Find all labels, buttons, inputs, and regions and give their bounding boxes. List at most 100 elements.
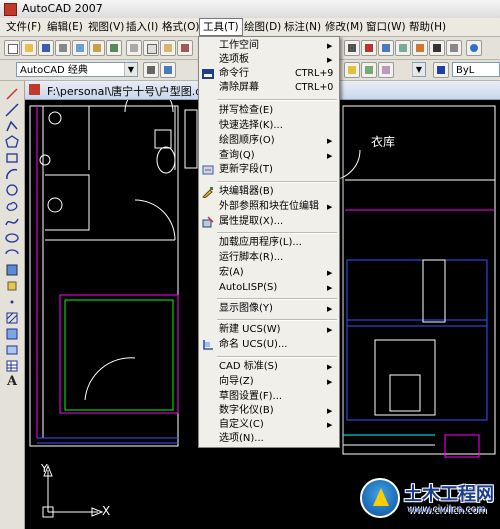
match-properties-icon[interactable] — [177, 40, 193, 56]
ellipse-arc-icon[interactable] — [5, 247, 19, 261]
menu-tools[interactable]: 工具(T) — [199, 18, 243, 36]
workspace-save-icon[interactable] — [160, 62, 176, 78]
submenu-arrow-icon: ▶ — [327, 284, 333, 292]
ellipse-icon[interactable] — [5, 231, 19, 245]
copy-icon[interactable] — [143, 40, 159, 56]
command-line-icon — [202, 69, 214, 79]
polygon-icon[interactable] — [5, 135, 19, 149]
menu-item-label: 快速选择(K)... — [219, 120, 283, 131]
region-icon[interactable] — [5, 343, 19, 357]
menu-insert[interactable]: 插入(I) — [123, 20, 161, 34]
workspace-settings-icon[interactable] — [143, 62, 159, 78]
menu-item-cad-standards[interactable]: CAD 标准(S) ▶ — [199, 360, 339, 374]
cut-icon[interactable] — [126, 40, 142, 56]
menu-item-tablet[interactable]: 数字化仪(B) ▶ — [199, 404, 339, 418]
menu-item-label: 更新字段(T) — [219, 164, 273, 175]
autocad-logo-icon — [4, 3, 17, 16]
menu-item-label: 向导(Z) — [219, 376, 254, 387]
menu-dimension[interactable]: 标注(N) — [281, 20, 324, 34]
workspace-combo-value: AutoCAD 经典 — [20, 65, 88, 76]
gradient-icon[interactable] — [5, 327, 19, 341]
design-center-icon[interactable] — [361, 40, 377, 56]
color-swatch[interactable]: ▼ — [412, 62, 426, 77]
menu-edit[interactable]: 编辑(E) — [44, 20, 86, 34]
menu-item-run-script[interactable]: 运行脚本(R)... — [199, 251, 339, 265]
workspace-combo[interactable]: AutoCAD 经典 ▼ — [16, 62, 138, 77]
spline-icon[interactable] — [5, 215, 19, 229]
layer-previous-icon[interactable] — [361, 62, 377, 78]
open-file-icon[interactable] — [21, 40, 37, 56]
ucs-x-label: X — [102, 504, 111, 518]
menu-item-options[interactable]: 选项(N)... — [199, 432, 339, 446]
menu-item-block-editor[interactable]: 块编辑器(B) — [199, 185, 339, 199]
make-block-icon[interactable] — [5, 279, 19, 293]
layer-state-icon[interactable] — [344, 62, 360, 78]
insert-block-icon[interactable] — [5, 263, 19, 277]
menu-item-named-ucs[interactable]: 命名 UCS(U)... — [199, 338, 339, 352]
menu-item-display-image[interactable]: 显示图像(Y) ▶ — [199, 302, 339, 316]
arc-icon[interactable] — [5, 167, 19, 181]
menu-item-wizards[interactable]: 向导(Z) ▶ — [199, 375, 339, 389]
plot-icon[interactable] — [106, 40, 122, 56]
rectangle-icon[interactable] — [5, 151, 19, 165]
menu-item-label: 宏(A) — [219, 267, 244, 278]
paste-icon[interactable] — [160, 40, 176, 56]
menu-item-drafting-settings[interactable]: 草图设置(F)... — [199, 390, 339, 404]
menu-item-clean-screen[interactable]: 清除屏幕 CTRL+0 — [199, 81, 339, 95]
layer-manager-icon[interactable] — [378, 62, 394, 78]
hatch-icon[interactable] — [5, 311, 19, 325]
menu-item-xref-edit[interactable]: 外部参照和块在位编辑 ▶ — [199, 200, 339, 214]
revision-cloud-icon[interactable] — [5, 199, 19, 213]
menu-file[interactable]: 文件(F) — [3, 20, 44, 34]
menu-item-command-line[interactable]: 命令行 CTRL+9 — [199, 67, 339, 81]
menu-window[interactable]: 窗口(W) — [363, 20, 409, 34]
markup-icon[interactable] — [412, 40, 428, 56]
layer-combo[interactable]: ByL — [452, 62, 500, 77]
new-file-icon[interactable] — [4, 40, 20, 56]
menu-item-label: 命令行 — [219, 68, 249, 79]
menu-modify[interactable]: 修改(M) — [322, 20, 366, 34]
tool-palettes-icon[interactable] — [378, 40, 394, 56]
menu-item-update-fields[interactable]: 更新字段(T) — [199, 163, 339, 177]
menu-item-quick-select[interactable]: 快速选择(K)... — [199, 119, 339, 133]
linetype-icon[interactable] — [433, 62, 449, 78]
print-preview-icon[interactable] — [72, 40, 88, 56]
tools-menu: 工作空间 ▶ 选项板 ▶ 命令行 CTRL+9 清除屏幕 CTRL+0 拼写检查(E) … — [198, 36, 340, 448]
sheet-set-icon[interactable] — [395, 40, 411, 56]
circle-icon[interactable] — [5, 183, 19, 197]
room-wall — [45, 174, 90, 231]
help-icon[interactable] — [466, 40, 482, 56]
menu-item-new-ucs[interactable]: 新建 UCS(W) ▶ — [199, 323, 339, 337]
document-title: F:\personal\唐宁十号\户型图.dwg — [47, 85, 219, 98]
menu-item-draw-order[interactable]: 绘图顺序(O) ▶ — [199, 134, 339, 148]
menu-item-spelling[interactable]: 拼写检查(E) — [199, 104, 339, 118]
menu-view[interactable]: 视图(V) — [85, 20, 127, 34]
menu-item-macro[interactable]: 宏(A) ▶ — [199, 266, 339, 280]
menu-item-palettes[interactable]: 选项板 ▶ — [199, 53, 339, 67]
menu-item-load-application[interactable]: 加载应用程序(L)... — [199, 236, 339, 250]
point-icon[interactable] — [5, 295, 19, 309]
menu-item-autolisp[interactable]: AutoLISP(S) ▶ — [199, 281, 339, 295]
print-icon[interactable] — [55, 40, 71, 56]
menu-item-inquiry[interactable]: 查询(Q) ▶ — [199, 149, 339, 163]
menu-separator — [217, 99, 337, 101]
menu-item-attribute-extract[interactable]: 属性提取(X)... — [199, 215, 339, 229]
line-icon[interactable] — [5, 87, 19, 101]
door-swing — [84, 357, 136, 401]
properties-icon[interactable] — [344, 40, 360, 56]
publish-icon[interactable] — [89, 40, 105, 56]
multiline-text-icon[interactable]: A — [5, 375, 19, 389]
menu-format[interactable]: 格式(O) — [159, 20, 202, 34]
menu-help[interactable]: 帮助(H) — [406, 20, 449, 34]
menu-item-label: CAD 标准(S) — [219, 361, 278, 372]
menu-item-customize[interactable]: 自定义(C) ▶ — [199, 418, 339, 432]
menu-item-workspaces[interactable]: 工作空间 ▶ — [199, 39, 339, 53]
table-icon[interactable] — [5, 359, 19, 373]
construction-line-icon[interactable] — [5, 103, 19, 117]
menu-draw[interactable]: 绘图(D) — [241, 20, 284, 34]
quickcalc-icon[interactable] — [429, 40, 445, 56]
save-icon[interactable] — [38, 40, 54, 56]
polyline-icon[interactable] — [5, 119, 19, 133]
menu-item-label: 属性提取(X)... — [219, 216, 284, 227]
calculator-icon[interactable] — [446, 40, 462, 56]
